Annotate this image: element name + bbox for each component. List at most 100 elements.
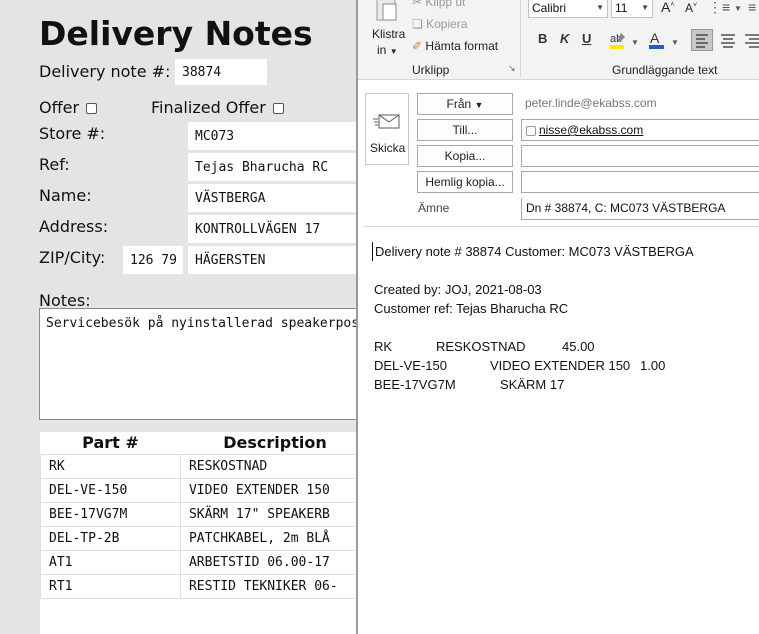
table-header-row: Part # Description xyxy=(40,432,370,455)
paste-label-2: in xyxy=(377,43,387,57)
font-color-icon[interactable]: A xyxy=(648,30,666,50)
city-input[interactable]: HÄGERSTEN xyxy=(188,246,368,274)
message-body[interactable]: Delivery note # 38874 Customer: MC073 VÄ… xyxy=(372,242,754,394)
bcc-field[interactable] xyxy=(521,171,759,193)
format-painter-button[interactable]: ✐ Hämta format xyxy=(412,39,498,53)
from-button[interactable]: Från ▼ xyxy=(417,93,513,115)
from-address: peter.linde@ekabss.com xyxy=(525,96,657,110)
body-line: Customer ref: Tejas Bharucha RC xyxy=(374,301,569,316)
cut-label: Klipp ut xyxy=(425,0,466,9)
bold-button[interactable]: B xyxy=(538,31,547,46)
table-row[interactable]: DEL-VE-150 VIDEO EXTENDER 150 xyxy=(40,477,370,503)
dialog-launcher-icon[interactable]: ↘ xyxy=(508,63,516,74)
align-right-icon[interactable] xyxy=(742,30,759,50)
paste-menu[interactable]: in ▼ xyxy=(377,43,398,57)
send-button[interactable]: Skicka xyxy=(365,93,409,165)
table-row[interactable]: RT1 RESTID TEKNIKER 06- xyxy=(40,573,370,599)
to-field[interactable]: nisse@ekabss.com xyxy=(521,119,759,141)
address-label: Address: xyxy=(39,217,109,236)
subject-field[interactable]: Dn # 38874, C: MC073 VÄSTBERGA xyxy=(521,198,759,220)
name-input[interactable]: VÄSTBERGA xyxy=(188,184,368,212)
clipboard-group-label: Urklipp xyxy=(412,63,450,77)
delivery-note-input[interactable]: 38874 xyxy=(175,59,267,85)
table-row[interactable]: AT1 ARBETSTID 06.00-17 xyxy=(40,549,370,575)
bcc-button[interactable]: Hemlig kopia... xyxy=(417,171,513,193)
ribbon-separator xyxy=(520,0,521,78)
chevron-down-icon[interactable]: ▼ xyxy=(631,38,639,47)
body-line: Created by: JOJ, 2021-08-03 xyxy=(374,282,542,297)
body-item-line: BEE-17VG7M SKÄRM 17 xyxy=(374,375,754,394)
numbered-list-icon[interactable]: ≡ xyxy=(748,0,756,15)
underline-button[interactable]: U xyxy=(582,31,591,46)
italic-button[interactable]: K xyxy=(560,31,569,46)
item-description: RESKOSTNAD xyxy=(436,339,526,354)
highlight-icon[interactable]: ab xyxy=(608,30,628,50)
cc-field[interactable] xyxy=(521,145,759,167)
parts-table-container: Part # Description RK RESKOSTNAD DEL-VE-1… xyxy=(40,432,370,634)
to-recipient[interactable]: nisse@ekabss.com xyxy=(539,123,643,137)
offer-checkbox[interactable] xyxy=(86,103,98,114)
align-left-button[interactable] xyxy=(691,29,713,51)
part-number-cell: AT1 xyxy=(40,549,181,575)
grow-font-icon[interactable]: A˄ xyxy=(661,0,674,15)
item-description: SKÄRM 17 xyxy=(500,377,565,392)
paste-icon[interactable] xyxy=(374,0,400,22)
part-number-header: Part # xyxy=(40,432,181,455)
font-name-select[interactable]: Calibri ▼ xyxy=(528,0,608,18)
align-center-icon[interactable] xyxy=(718,30,738,50)
scissors-icon: ✂ xyxy=(412,0,423,9)
item-quantity: 1.00 xyxy=(640,358,666,373)
finalized-offer-checkbox[interactable] xyxy=(272,103,284,114)
part-number-cell: RT1 xyxy=(40,573,181,599)
description-cell: ARBETSTID 06.00-17 xyxy=(179,549,370,575)
description-cell: SKÄRM 17" SPEAKERB xyxy=(179,501,370,527)
store-input[interactable]: MC073 xyxy=(188,122,368,150)
body-blank xyxy=(374,261,754,280)
bullet-list-icon[interactable]: ⋮≡ xyxy=(708,0,730,16)
copy-button[interactable]: ❏ Kopiera xyxy=(412,17,467,31)
description-header: Description xyxy=(180,432,370,455)
table-row[interactable]: DEL-TP-2B PATCHKABEL, 2m BLÅ xyxy=(40,525,370,551)
body-line: Delivery note # 38874 Customer: MC073 VÄ… xyxy=(372,242,754,261)
shrink-font-icon[interactable]: A˅ xyxy=(685,1,697,15)
offer-label: Offer xyxy=(39,98,80,117)
ref-label: Ref: xyxy=(39,155,70,174)
description-cell: RESTID TEKNIKER 06- xyxy=(179,573,370,599)
finalized-offer-option: Finalized Offer xyxy=(151,98,284,117)
chevron-down-icon: ▼ xyxy=(389,47,398,56)
send-label: Skicka xyxy=(370,141,406,155)
description-cell: PATCHKABEL, 2m BLÅ xyxy=(179,525,370,551)
align-left-icon xyxy=(696,34,708,48)
font-size-select[interactable]: 11 ▼ xyxy=(611,0,653,18)
font-name-value: Calibri xyxy=(532,1,567,15)
item-part: BEE-17VG7M xyxy=(374,377,456,392)
ribbon: Klistra in ▼ ✂ Klipp ut ❏ Kopiera ✐ Hämt… xyxy=(358,0,759,80)
part-number-cell: DEL-VE-150 xyxy=(40,477,181,503)
chevron-down-icon: ▼ xyxy=(641,3,649,12)
cut-button[interactable]: ✂ Klipp ut xyxy=(412,0,465,9)
cc-button[interactable]: Kopia... xyxy=(417,145,513,167)
header-divider xyxy=(364,226,759,227)
chevron-down-icon[interactable]: ▼ xyxy=(734,4,742,13)
name-label: Name: xyxy=(39,186,92,205)
email-compose-window: Klistra in ▼ ✂ Klipp ut ❏ Kopiera ✐ Hämt… xyxy=(356,0,759,634)
table-row[interactable]: BEE-17VG7M SKÄRM 17" SPEAKERB xyxy=(40,501,370,527)
part-number-cell: BEE-17VG7M xyxy=(40,501,181,527)
format-painter-label: Hämta format xyxy=(425,39,499,53)
recipient-checkbox[interactable] xyxy=(526,125,536,136)
chevron-down-icon[interactable]: ▼ xyxy=(671,38,679,47)
item-part: RK xyxy=(374,339,393,354)
part-number-cell: RK xyxy=(40,453,181,479)
copy-icon: ❏ xyxy=(412,17,423,31)
to-button[interactable]: Till... xyxy=(417,119,513,141)
address-input[interactable]: KONTROLLVÄGEN 17 xyxy=(188,215,368,243)
table-row[interactable]: RK RESKOSTNAD xyxy=(40,453,370,479)
zip-city-label: ZIP/City: xyxy=(39,248,106,267)
zip-input[interactable]: 126 79 xyxy=(123,246,183,274)
paste-label[interactable]: Klistra xyxy=(372,27,405,41)
notes-textarea[interactable]: Servicebesök på nyinstallerad speakerpos… xyxy=(39,308,369,420)
brush-icon: ✐ xyxy=(412,39,423,53)
ref-input[interactable]: Tejas Bharucha RC xyxy=(188,153,368,181)
body-item-line: DEL-VE-150 VIDEO EXTENDER 150 1.00 xyxy=(374,356,754,375)
svg-text:A: A xyxy=(650,30,660,46)
